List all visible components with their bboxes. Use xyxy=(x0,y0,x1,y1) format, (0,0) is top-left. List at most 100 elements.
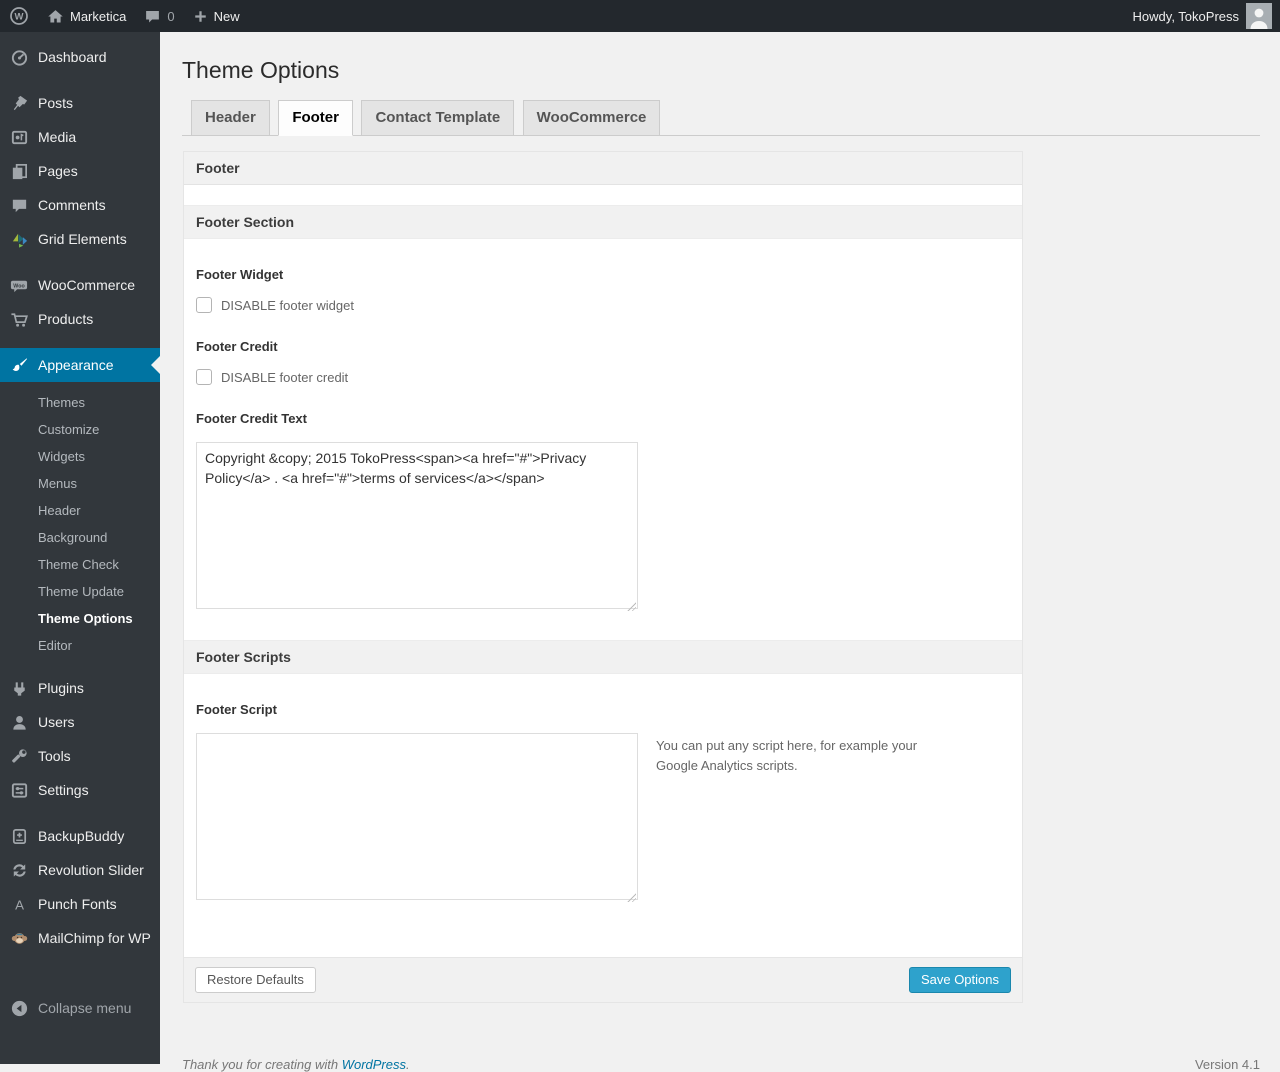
settings-icon xyxy=(8,781,30,800)
site-link[interactable]: Marketica xyxy=(38,0,135,32)
sidebar-item-label: Tools xyxy=(38,748,71,764)
sidebar-item-grid-elements[interactable]: Grid Elements xyxy=(0,222,160,256)
menu-separator xyxy=(0,955,160,991)
collapse-menu-button[interactable]: Collapse menu xyxy=(0,991,160,1025)
disable-footer-widget-checkbox[interactable] xyxy=(196,297,212,313)
thanks-suffix: . xyxy=(406,1057,410,1072)
monkey-icon xyxy=(8,929,30,948)
grid-elements-icon xyxy=(8,230,30,249)
menu-separator xyxy=(0,807,160,819)
sidebar-item-label: Products xyxy=(38,311,94,327)
admin-footer: Thank you for creating with WordPress. V… xyxy=(182,1057,1260,1072)
sidebar-item-pages[interactable]: Pages xyxy=(0,154,160,188)
comments-menu[interactable]: 0 xyxy=(135,0,183,32)
wordpress-logo-menu[interactable]: W xyxy=(0,0,38,32)
sidebar-item-comments[interactable]: Comments xyxy=(0,188,160,222)
site-name: Marketica xyxy=(70,8,127,24)
theme-options-panel: Footer Footer Section Footer Widget DISA… xyxy=(183,151,1023,1003)
menu-separator xyxy=(0,336,160,348)
footer-thanks-text: Thank you for creating with WordPress. xyxy=(182,1057,410,1072)
sidebar-item-revolution-slider[interactable]: Revolution Slider xyxy=(0,853,160,887)
avatar[interactable] xyxy=(1246,3,1272,29)
collapse-icon xyxy=(8,999,30,1018)
pages-icon xyxy=(8,162,30,181)
svg-text:W: W xyxy=(15,12,24,23)
sidebar-item-label: Comments xyxy=(38,197,106,213)
sidebar-item-settings[interactable]: Settings xyxy=(0,773,160,807)
sidebar-item-label: Grid Elements xyxy=(38,231,127,247)
admin-bar: W Marketica 0 New Howdy, TokoPress xyxy=(0,0,1280,32)
save-options-button[interactable]: Save Options xyxy=(908,967,1011,993)
submenu-item-theme-options[interactable]: Theme Options xyxy=(0,605,160,632)
submenu-item-menus[interactable]: Menus xyxy=(0,470,160,497)
sidebar-item-posts[interactable]: Posts xyxy=(0,86,160,120)
tab-footer[interactable]: Footer xyxy=(278,100,353,136)
disable-footer-credit-checkbox[interactable] xyxy=(196,369,212,385)
footer-widget-label: Footer Widget xyxy=(196,267,284,282)
submenu-item-editor[interactable]: Editor xyxy=(0,632,160,659)
sidebar-item-users[interactable]: Users xyxy=(0,705,160,739)
new-content-menu[interactable]: New xyxy=(184,0,249,32)
submenu-item-widgets[interactable]: Widgets xyxy=(0,443,160,470)
footer-script-hint: You can put any script here, for example… xyxy=(656,738,918,774)
submenu-item-background[interactable]: Background xyxy=(0,524,160,551)
restore-defaults-button[interactable]: Restore Defaults xyxy=(195,967,316,993)
sidebar-item-punch-fonts[interactable]: A Punch Fonts xyxy=(0,887,160,921)
footer-scripts-header: Footer Scripts xyxy=(184,640,1022,674)
sidebar-item-label: Plugins xyxy=(38,680,84,696)
comment-bubble-icon xyxy=(144,8,161,25)
plugin-icon xyxy=(8,679,30,698)
sidebar-item-woocommerce[interactable]: Woo WooCommerce xyxy=(0,268,160,302)
comment-icon xyxy=(8,196,30,215)
submenu-item-theme-check[interactable]: Theme Check xyxy=(0,551,160,578)
sidebar-item-products[interactable]: Products xyxy=(0,302,160,336)
footer-credit-text-textarea[interactable]: Copyright &copy; 2015 TokoPress<span><a … xyxy=(196,442,638,609)
sidebar-item-media[interactable]: Media xyxy=(0,120,160,154)
sidebar-item-dashboard[interactable]: Dashboard xyxy=(0,40,160,74)
sidebar-item-appearance[interactable]: Appearance xyxy=(0,348,160,382)
sidebar-item-label: Revolution Slider xyxy=(38,862,144,878)
sidebar-item-label: Dashboard xyxy=(38,49,107,65)
menu-separator xyxy=(0,74,160,86)
sidebar-item-mailchimp[interactable]: MailChimp for WP xyxy=(0,921,160,955)
sidebar-item-label: Pages xyxy=(38,163,78,179)
sidebar-item-label: BackupBuddy xyxy=(38,828,125,844)
version-text: Version 4.1 xyxy=(1194,1057,1260,1072)
sidebar-item-plugins[interactable]: Plugins xyxy=(0,671,160,705)
sidebar-item-label: Punch Fonts xyxy=(38,896,117,912)
submenu-item-themes[interactable]: Themes xyxy=(0,389,160,416)
footer-script-textarea[interactable] xyxy=(196,733,638,900)
page-title: Theme Options xyxy=(182,57,340,83)
tab-header[interactable]: Header xyxy=(191,100,270,135)
howdy-account-link[interactable]: Howdy, TokoPress xyxy=(1133,9,1239,24)
tab-woocommerce[interactable]: WooCommerce xyxy=(522,100,661,135)
woocommerce-icon: Woo xyxy=(8,276,30,295)
dashboard-icon xyxy=(8,48,30,67)
submenu-item-customize[interactable]: Customize xyxy=(0,416,160,443)
sidebar-item-label: WooCommerce xyxy=(38,277,135,293)
pushpin-icon xyxy=(8,94,30,113)
sidebar-item-label: Appearance xyxy=(38,357,114,373)
tab-contact-template[interactable]: Contact Template xyxy=(361,100,515,135)
disable-footer-credit-row[interactable]: DISABLE footer credit xyxy=(196,369,348,385)
letter-a-icon: A xyxy=(8,895,30,914)
home-icon xyxy=(47,8,64,25)
footer-credit-text-label: Footer Credit Text xyxy=(196,411,307,426)
media-icon xyxy=(8,128,30,147)
submenu-item-theme-update[interactable]: Theme Update xyxy=(0,578,160,605)
backup-icon xyxy=(8,827,30,846)
wrench-icon xyxy=(8,747,30,766)
theme-options-tabs: Header Footer Contact Template WooCommer… xyxy=(182,100,1260,136)
footer-section-header: Footer Section xyxy=(184,205,1022,239)
thanks-prefix: Thank you for creating with xyxy=(182,1057,339,1072)
sidebar-item-backupbuddy[interactable]: BackupBuddy xyxy=(0,819,160,853)
svg-text:A: A xyxy=(15,897,24,912)
sidebar-item-tools[interactable]: Tools xyxy=(0,739,160,773)
sidebar-item-label: MailChimp for WP xyxy=(38,930,151,946)
disable-footer-widget-row[interactable]: DISABLE footer widget xyxy=(196,297,354,313)
admin-sidebar: Dashboard Posts Media Pages Comments Gri… xyxy=(0,32,160,1064)
wordpress-link[interactable]: WordPress xyxy=(342,1057,406,1072)
submenu-item-header[interactable]: Header xyxy=(0,497,160,524)
brush-icon xyxy=(8,356,30,375)
sidebar-item-label: Media xyxy=(38,129,77,145)
